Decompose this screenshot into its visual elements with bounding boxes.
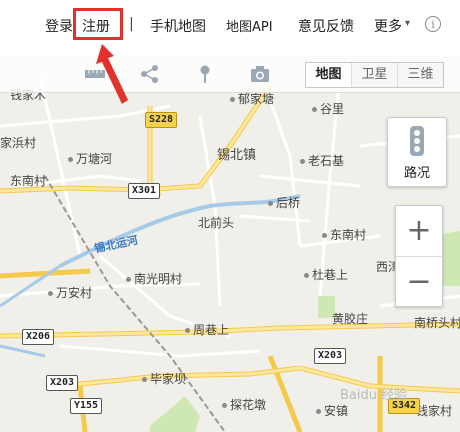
tab-satellite[interactable]: 卫星 [352,63,398,87]
place-label: 东南村 [10,174,47,188]
annotation-arrow [96,44,128,104]
place-label: 毕家坝 [142,370,186,387]
login-link[interactable]: 登录 [45,16,73,36]
place-dot [304,273,309,278]
place-label: 钱家村 [416,404,453,418]
traffic-button[interactable]: 路况 [387,117,447,187]
tab-map[interactable]: 地图 [306,63,352,87]
place-label: 黄胶庄 [332,312,369,326]
place-label: 探花墩 [222,396,266,413]
map-canvas[interactable]: 钱家木 郁家塘 谷里 家浜村 万塘河 锡北镇 老石基 东南村 后桥 北前头 东南… [0,56,460,432]
top-navigation: 登录 注册 | 手机地图 地图API 意见反馈 更多 ▾ i [0,0,460,56]
register-highlight-box [73,8,123,40]
road-shield: X206 [22,329,55,345]
zoom-out-button[interactable]: − [396,257,442,307]
zoom-control: + − [395,205,443,307]
chevron-down-icon[interactable]: ▾ [405,18,410,29]
more-link[interactable]: 更多 [374,16,402,36]
road-shield: X301 [128,183,161,199]
place-label: 北前头 [198,216,235,230]
road-shield: S228 [145,112,178,128]
pin-icon[interactable] [194,64,216,84]
camera-icon[interactable] [249,64,271,84]
map-type-switcher: 地图 卫星 三维 [305,62,444,88]
place-label: 东南村 [322,226,366,243]
place-dot [268,201,273,206]
place-label: 谷里 [312,100,344,117]
place-label: 老石基 [300,152,344,169]
traffic-light-icon [410,126,424,156]
place-label: 锡北镇 [217,148,257,163]
place-label: 后桥 [268,194,300,211]
place-label: 杜巷上 [304,266,348,283]
zoom-in-button[interactable]: + [396,206,442,257]
place-dot [48,291,53,296]
map-api-link[interactable]: 地图API [226,16,273,35]
place-dot [185,328,190,333]
place-dot [222,403,227,408]
traffic-label: 路况 [403,166,430,181]
place-dot [300,159,305,164]
nav-separator: | [129,16,134,32]
place-dot [126,277,131,282]
place-label: 南光明村 [126,270,182,287]
share-icon[interactable] [139,64,161,84]
road-shield: X203 [314,348,347,364]
place-label: 万安村 [48,284,92,301]
place-dot [230,97,235,102]
place-dot [322,233,327,238]
place-dot [142,377,147,382]
place-dot [312,107,317,112]
road-shield: X203 [46,375,79,391]
place-dot [68,157,73,162]
road-shield: Y155 [70,398,103,414]
place-label: 安镇 [316,402,348,419]
info-icon[interactable]: i [425,16,441,32]
tab-3d[interactable]: 三维 [398,63,443,87]
mobile-map-link[interactable]: 手机地图 [150,16,206,36]
feedback-link[interactable]: 意见反馈 [298,16,354,36]
place-label: 周巷上 [185,321,229,338]
place-label: 万塘河 [68,150,112,167]
place-dot [316,409,321,414]
place-label: 家浜村 [0,136,37,150]
watermark: Baidu 经验 [340,388,408,403]
place-label: 南桥头村 [414,316,460,330]
